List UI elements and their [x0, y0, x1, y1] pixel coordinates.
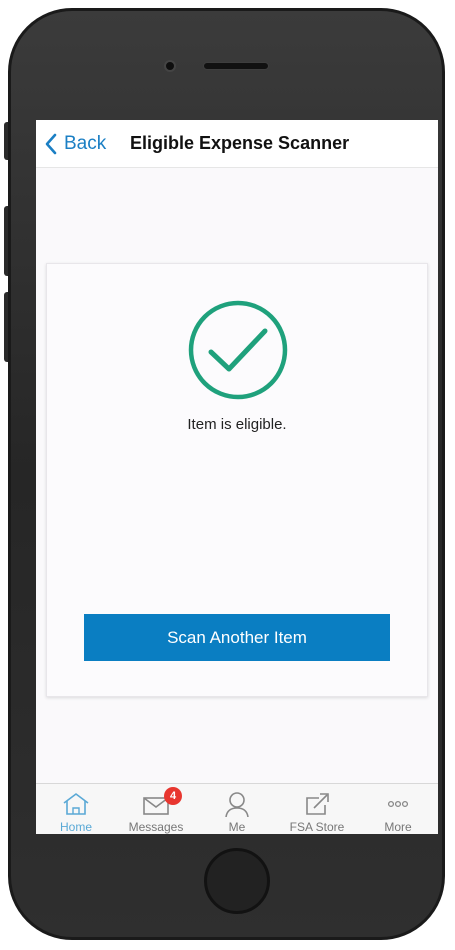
back-button[interactable]: Back	[44, 132, 106, 156]
tab-label: More	[384, 820, 412, 834]
device-frame: Back Eligible Expense Scanner Item is el…	[0, 0, 455, 950]
app-screen: Back Eligible Expense Scanner Item is el…	[36, 120, 438, 834]
navigation-bar: Back Eligible Expense Scanner	[36, 120, 438, 168]
chevron-left-icon	[45, 133, 57, 155]
person-icon	[225, 792, 249, 817]
tab-label: Messages	[128, 820, 184, 834]
eligibility-message: Item is eligible.	[187, 416, 287, 433]
front-camera	[164, 60, 176, 72]
more-dots-icon	[387, 800, 409, 808]
page-title: Eligible Expense Scanner	[130, 133, 350, 153]
tab-fsa-store[interactable]: FSA Store	[277, 784, 357, 834]
checkmark-circle-icon	[188, 300, 288, 400]
tab-me[interactable]: Me	[197, 784, 277, 834]
tab-label: Home	[59, 820, 92, 834]
back-label: Back	[64, 133, 107, 154]
tab-label: Me	[228, 820, 246, 834]
tab-home[interactable]: Home	[36, 784, 116, 834]
home-icon	[63, 793, 89, 815]
tab-messages[interactable]: 4 Messages	[116, 784, 196, 834]
earpiece-speaker	[203, 62, 269, 70]
unread-badge: 4	[164, 787, 182, 805]
external-link-icon	[306, 793, 329, 815]
tab-label: FSA Store	[289, 820, 345, 834]
tab-bar: Home 4 Messages Me FSA Store More	[36, 783, 438, 834]
result-card: Item is eligible. Scan Another Item	[46, 263, 428, 697]
scan-another-item-button[interactable]: Scan Another Item	[84, 614, 390, 661]
tab-more[interactable]: More	[358, 784, 438, 834]
home-button[interactable]	[204, 848, 270, 914]
